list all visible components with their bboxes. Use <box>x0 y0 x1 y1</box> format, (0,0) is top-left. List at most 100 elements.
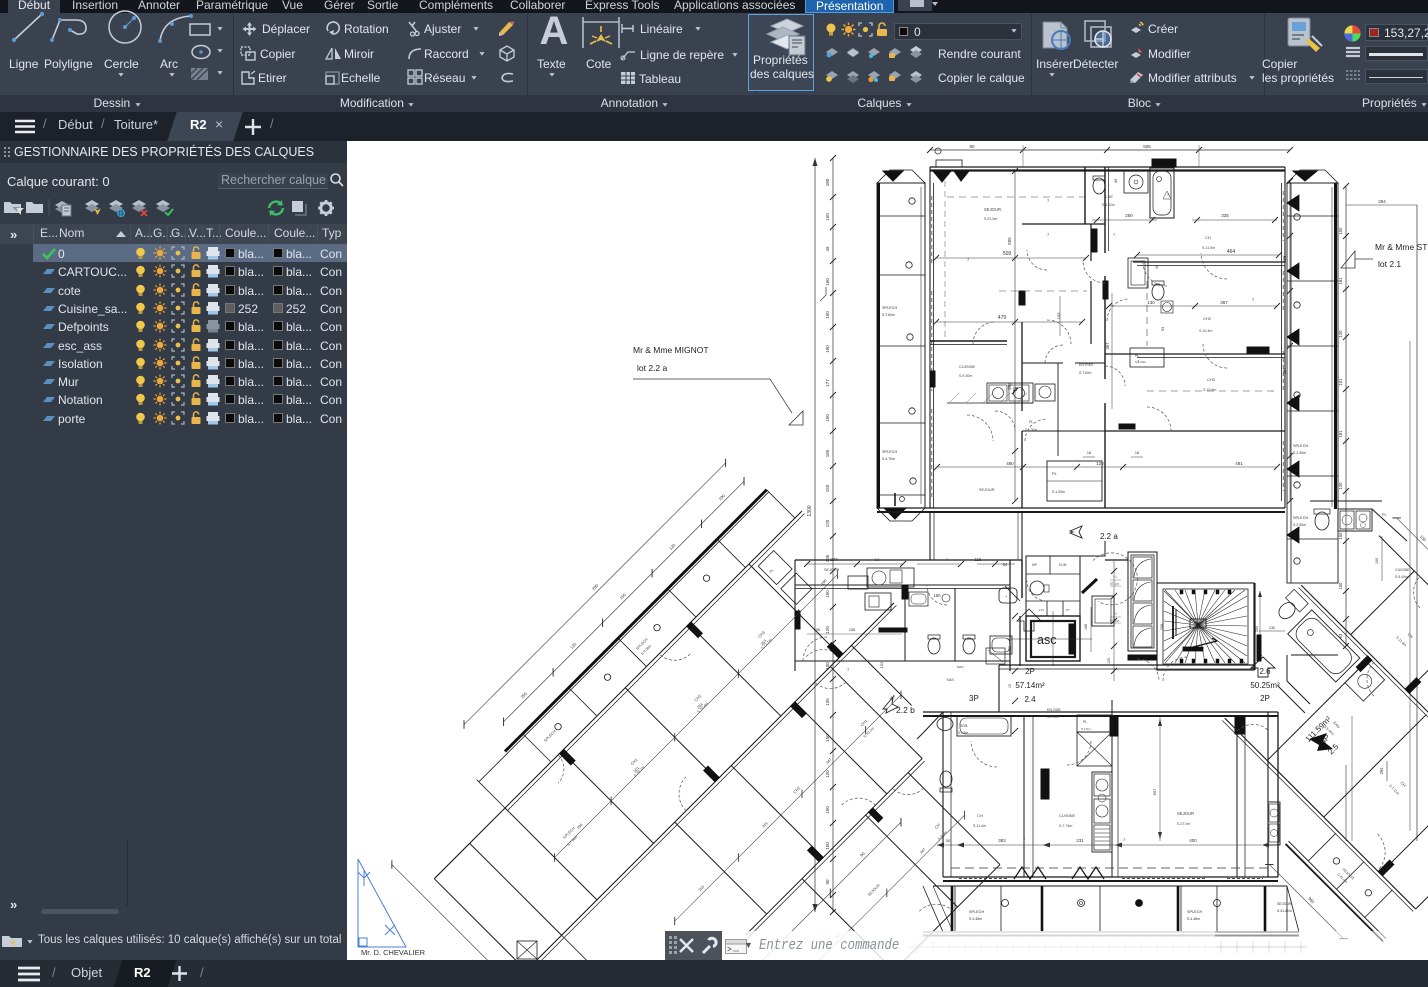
svg-text:479: 479 <box>998 315 1007 321</box>
svg-text:181: 181 <box>1338 277 1343 285</box>
svg-text:ENTREE: ENTREE <box>1079 363 1094 367</box>
svg-text:206: 206 <box>1160 624 1164 630</box>
svg-text:125: 125 <box>1107 658 1111 664</box>
svg-text:SEJOUR: SEJOUR <box>1277 902 1292 906</box>
svg-text:SEJOUR: SEJOUR <box>1177 811 1194 816</box>
svg-text:S.7.74m: S.7.74m <box>1059 824 1072 828</box>
svg-text:3P: 3P <box>969 694 979 703</box>
svg-text:SPLECH: SPLECH <box>1293 444 1308 448</box>
svg-text:CH: CH <box>934 822 942 830</box>
svg-text:SPLECH: SPLECH <box>1293 516 1308 520</box>
svg-text:SEJOUR: SEJOUR <box>867 883 881 897</box>
svg-text:MAX: MAX <box>957 665 964 669</box>
svg-text:2P: 2P <box>1025 667 1035 676</box>
svg-text:18: 18 <box>1135 451 1139 455</box>
svg-text:S.7.90m: S.7.90m <box>567 835 579 847</box>
svg-text:PL: PL <box>769 568 775 574</box>
svg-text:CH: CH <box>1407 632 1415 640</box>
svg-text:S.T.11m: S.T.11m <box>1388 784 1400 796</box>
svg-text:120: 120 <box>825 770 830 778</box>
svg-text:CH2: CH2 <box>1203 316 1212 321</box>
svg-text:MAX: MAX <box>947 678 955 682</box>
svg-text:90: 90 <box>825 879 830 885</box>
svg-text:7: 7 <box>1047 232 1050 237</box>
svg-text:S.70.1m: S.70.1m <box>863 726 875 738</box>
svg-text:130: 130 <box>1269 626 1275 630</box>
svg-text:CH2: CH2 <box>693 693 703 703</box>
svg-text:177: 177 <box>825 379 830 387</box>
svg-text:50.25m²: 50.25m² <box>1250 681 1280 690</box>
svg-text:Mr. D. CHEVALIER: Mr. D. CHEVALIER <box>361 948 426 957</box>
svg-text:S.1.9m: S.1.9m <box>958 731 968 735</box>
svg-text:201: 201 <box>762 821 769 828</box>
svg-text:294: 294 <box>1379 767 1384 775</box>
svg-text:lot 2.1: lot 2.1 <box>1378 259 1401 269</box>
svg-text:481: 481 <box>1235 461 1243 466</box>
svg-text:CUISINE: CUISINE <box>959 364 976 369</box>
svg-text:335: 335 <box>1221 213 1229 218</box>
svg-text:150: 150 <box>825 806 830 814</box>
svg-text:S.11.0m: S.11.0m <box>1202 246 1215 250</box>
svg-text:CH3: CH3 <box>757 629 767 639</box>
svg-text:93: 93 <box>1161 327 1165 331</box>
svg-text:PL: PL <box>1135 354 1139 358</box>
svg-text:S.4.70m: S.4.70m <box>882 457 895 461</box>
svg-text:S.T.60m: S.T.60m <box>1079 371 1092 375</box>
svg-text:S.5.40m: S.5.40m <box>1395 575 1408 579</box>
svg-text:SDB: SDB <box>960 724 968 728</box>
svg-text:asc: asc <box>1037 633 1056 647</box>
svg-text:120: 120 <box>825 626 830 634</box>
svg-text:S.9.30m: S.9.30m <box>959 374 972 378</box>
svg-text:SPLECH: SPLECH <box>543 729 557 743</box>
svg-text:WP: WP <box>1032 563 1037 567</box>
svg-text:151: 151 <box>1338 378 1343 386</box>
svg-text:S.T.60m: S.T.60m <box>882 313 895 317</box>
svg-text:S.11.0m: S.11.0m <box>1395 635 1407 647</box>
svg-text:347: 347 <box>919 847 926 854</box>
svg-text:150: 150 <box>934 593 942 598</box>
svg-text:150: 150 <box>825 213 830 221</box>
svg-text:CH3: CH3 <box>1207 377 1216 382</box>
svg-text:S.4.48m: S.4.48m <box>969 917 982 921</box>
svg-text:SPLECH: SPLECH <box>882 450 897 454</box>
svg-text:S.2.90m: S.2.90m <box>1293 523 1306 527</box>
svg-text:PL: PL <box>1083 720 1087 724</box>
svg-text:160: 160 <box>825 278 830 286</box>
svg-text:S.27.0m: S.27.0m <box>1177 822 1190 826</box>
svg-text:SEJOUR: SEJOUR <box>984 207 1001 212</box>
svg-text:Mr & Mme ST: Mr & Mme ST <box>1375 242 1427 252</box>
svg-text:120: 120 <box>1338 482 1343 490</box>
svg-text:S.41.44m: S.41.44m <box>1277 909 1292 913</box>
svg-text:150: 150 <box>1338 582 1343 590</box>
svg-text:90: 90 <box>969 144 975 149</box>
svg-text:90: 90 <box>859 850 866 857</box>
svg-text:464: 464 <box>1227 249 1236 255</box>
svg-text:49: 49 <box>825 246 830 252</box>
svg-text:130: 130 <box>1147 300 1155 305</box>
svg-text:150: 150 <box>1338 227 1343 235</box>
svg-text:287: 287 <box>1282 367 1287 375</box>
svg-text:KLIM: KLIM <box>1059 563 1067 567</box>
svg-text:S.21.0m: S.21.0m <box>984 217 997 221</box>
svg-text:S.11.4m: S.11.4m <box>973 824 986 828</box>
svg-text:150: 150 <box>825 590 830 598</box>
svg-text:7: 7 <box>847 667 850 672</box>
svg-text:CH: CH <box>1399 780 1407 788</box>
svg-text:120: 120 <box>1338 330 1343 338</box>
svg-text:CUISINE: CUISINE <box>1059 813 1076 818</box>
svg-text:SEJOUR: SEJOUR <box>979 488 995 492</box>
svg-text:63: 63 <box>1338 633 1343 638</box>
svg-text:263: 263 <box>698 885 705 892</box>
svg-text:lot 2.2 a: lot 2.2 a <box>637 363 668 373</box>
svg-text:115: 115 <box>975 557 982 562</box>
svg-text:2.2 b: 2.2 b <box>896 705 915 715</box>
svg-text:S.1.00m: S.1.00m <box>1025 428 1037 432</box>
svg-text:347: 347 <box>825 758 832 765</box>
svg-text:383: 383 <box>998 838 1006 843</box>
svg-text:PL: PL <box>1382 513 1387 517</box>
svg-text:254: 254 <box>889 694 896 701</box>
svg-text:152: 152 <box>879 661 884 668</box>
svg-text:100: 100 <box>1375 558 1379 564</box>
svg-text:2.2 a: 2.2 a <box>1100 532 1118 541</box>
svg-text:150: 150 <box>825 414 830 422</box>
